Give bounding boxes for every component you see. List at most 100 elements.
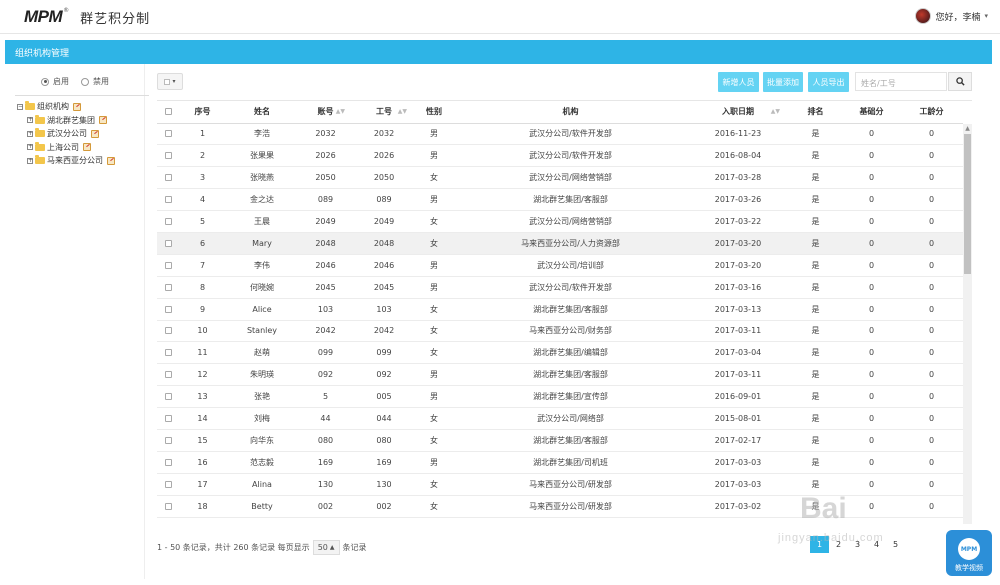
row-checkbox[interactable] <box>164 502 172 510</box>
select-all-checkbox[interactable] <box>164 108 172 116</box>
expand-icon[interactable]: + <box>27 130 33 137</box>
row-select-cell[interactable] <box>157 232 179 255</box>
row-checkbox[interactable] <box>164 152 172 160</box>
row-checkbox[interactable] <box>164 458 172 466</box>
search-input[interactable]: 姓名/工号 <box>855 72 947 91</box>
row-select-cell[interactable] <box>157 123 179 146</box>
radio-disabled[interactable]: 禁用 <box>81 76 109 87</box>
page-button[interactable]: 2 <box>829 536 848 553</box>
table-row[interactable]: 6 Mary 2048 2048 女马来西亚分公司/人力资源部 2017-03-20 是 0 0 <box>157 232 963 255</box>
row-checkbox[interactable] <box>164 305 172 313</box>
table-row[interactable]: 18 Betty 002 002 女马来西亚分公司/研发部 2017-03-02 是 0 0 <box>157 495 963 518</box>
row-select-cell[interactable] <box>157 210 179 233</box>
page-button[interactable]: 4 <box>867 536 886 553</box>
batch-add-button[interactable]: 批量添加 <box>763 72 803 92</box>
row-select-cell[interactable] <box>157 188 179 212</box>
app-logo[interactable]: MPM ® 群艺积分制 <box>24 6 150 28</box>
search-button[interactable] <box>948 72 972 91</box>
column-header-sortable[interactable]: 账号 ▲▼ <box>298 101 353 124</box>
row-select-cell[interactable] <box>157 166 179 190</box>
table-row[interactable]: 16 范志毅 169 169 男湖北群艺集团/司机班 2017-03-03 是 0 0 <box>157 451 963 474</box>
row-checkbox[interactable] <box>164 261 172 269</box>
edit-icon[interactable] <box>91 129 99 138</box>
edit-icon[interactable] <box>73 102 81 111</box>
row-select-cell[interactable] <box>157 473 179 496</box>
select-all-header[interactable] <box>157 101 179 124</box>
table-row[interactable]: 15 向华东 080 080 女湖北群艺集团/客服部 2017-02-17 是 0 0 <box>157 429 963 452</box>
tree-node-malaysia[interactable]: + 马来西亚分公司 <box>17 154 115 168</box>
column-header: 序号 <box>179 101 226 124</box>
row-select-cell[interactable] <box>157 495 179 518</box>
per-page-select[interactable]: 50 ▲ <box>312 540 340 555</box>
table-row[interactable]: 3 张晓燕 2050 2050 女武汉分公司/网络营销部 2017-03-28 是 0 0 <box>157 166 963 190</box>
row-checkbox[interactable] <box>164 436 172 444</box>
sort-icon[interactable]: ▲▼ <box>771 108 780 115</box>
row-select-cell[interactable] <box>157 320 179 343</box>
scroll-up-icon[interactable]: ▲ <box>963 124 972 133</box>
collapse-icon[interactable]: − <box>17 103 23 110</box>
row-select-cell[interactable] <box>157 385 179 409</box>
table-row[interactable]: 5 王晨 2049 2049 女武汉分公司/网络营销部 2017-03-22 是 0 0 <box>157 210 963 233</box>
row-select-cell[interactable] <box>157 429 179 452</box>
row-checkbox[interactable] <box>164 174 172 182</box>
row-checkbox[interactable] <box>164 283 172 291</box>
row-checkbox[interactable] <box>164 480 172 488</box>
table-row[interactable]: 1 李浩 2032 2032 男武汉分公司/软件开发部 2016-11-23 是 0 0 <box>157 123 963 146</box>
table-row[interactable]: 7 李伟 2046 2046 男武汉分公司/培训部 2017-03-20 是 0 0 <box>157 254 963 277</box>
page-button[interactable]: 1 <box>810 536 829 553</box>
table-row[interactable]: 12 朱明瑛 092 092 男湖北群艺集团/客服部 2017-03-11 是 0 0 <box>157 363 963 387</box>
row-select-cell[interactable] <box>157 254 179 277</box>
column-header-sortable[interactable]: 入职日期 ▲▼ <box>688 101 788 124</box>
video-tutorial-badge[interactable]: MPM 教学视频 <box>946 530 992 576</box>
row-checkbox[interactable] <box>164 327 172 335</box>
column-header-sortable[interactable]: 工号 ▲▼ <box>353 101 415 124</box>
table-row[interactable]: 9 Alice 103 103 女湖北群艺集团/客服部 2017-03-13 是 0 0 <box>157 298 963 321</box>
export-button[interactable]: 人员导出 <box>808 72 849 92</box>
row-select-cell[interactable] <box>157 276 179 299</box>
table-scrollbar[interactable] <box>963 124 972 524</box>
edit-icon[interactable] <box>107 156 115 165</box>
expand-icon[interactable]: + <box>27 157 33 164</box>
table-row[interactable]: 8 何晓婉 2045 2045 男武汉分公司/软件开发部 2017-03-16 是 0 0 <box>157 276 963 299</box>
row-select-cell[interactable] <box>157 407 179 430</box>
table-row[interactable]: 4 金之达 089 089 男湖北群艺集团/客服部 2017-03-26 是 0 0 <box>157 188 963 212</box>
row-checkbox[interactable] <box>164 130 172 138</box>
user-menu[interactable]: 您好，李楠 ▾ <box>915 8 988 24</box>
table-row[interactable]: 10 Stanley 2042 2042 女马来西亚分公司/财务部 2017-03-11 是… <box>157 320 963 343</box>
row-checkbox[interactable] <box>164 349 172 357</box>
new-person-button[interactable]: 新增人员 <box>718 72 759 92</box>
tree-node-root[interactable]: − 组织机构 <box>17 100 115 114</box>
edit-icon[interactable] <box>99 116 107 125</box>
row-checkbox[interactable] <box>164 393 172 401</box>
sort-icon[interactable]: ▲▼ <box>336 108 345 115</box>
table-row[interactable]: 2 张果果 2026 2026 男武汉分公司/软件开发部 2016-08-04 是 0 0 <box>157 144 963 168</box>
radio-enabled[interactable]: 启用 <box>41 76 69 87</box>
page-button[interactable]: 5 <box>886 536 905 553</box>
page-button[interactable]: 3 <box>848 536 867 553</box>
sort-icon[interactable]: ▲▼ <box>398 108 407 115</box>
expand-icon[interactable]: + <box>27 144 33 151</box>
table-row[interactable]: 14 刘梅 44 044 女武汉分公司/网络部 2015-08-01 是 0 0 <box>157 407 963 430</box>
row-checkbox[interactable] <box>164 415 172 423</box>
row-checkbox[interactable] <box>164 371 172 379</box>
table-row[interactable]: 11 赵萌 099 099 女湖北群艺集团/编辑部 2017-03-04 是 0 0 <box>157 341 963 365</box>
row-checkbox[interactable] <box>164 218 172 225</box>
row-select-cell[interactable] <box>157 363 179 387</box>
tree-node-hubei[interactable]: + 湖北群艺集团 <box>17 114 115 128</box>
record-range: 1 - 50 条记录，共计 260 条记录 每页显示 <box>157 543 310 552</box>
expand-icon[interactable]: + <box>27 117 33 124</box>
tree-node-shanghai[interactable]: + 上海公司 <box>17 141 115 155</box>
table-row[interactable]: 17 Alina 130 130 女马来西亚分公司/研发部 2017-03-03 是 0 0 <box>157 473 963 496</box>
row-select-cell[interactable] <box>157 298 179 321</box>
row-checkbox[interactable] <box>164 239 172 247</box>
row-checkbox[interactable] <box>164 196 172 204</box>
row-select-cell[interactable] <box>157 451 179 474</box>
row-select-cell[interactable] <box>157 144 179 168</box>
row-select-cell[interactable] <box>157 341 179 365</box>
bulk-action-dropdown[interactable]: ▾ <box>157 73 183 90</box>
tree-node-wuhan[interactable]: + 武汉分公司 <box>17 127 115 141</box>
edit-icon[interactable] <box>83 143 91 152</box>
scrollbar-thumb[interactable] <box>964 134 971 274</box>
table-row[interactable]: 13 张艳 5 005 男湖北群艺集团/宣传部 2016-09-01 是 0 0 <box>157 385 963 409</box>
cell-employee-id: 080 <box>353 429 415 452</box>
